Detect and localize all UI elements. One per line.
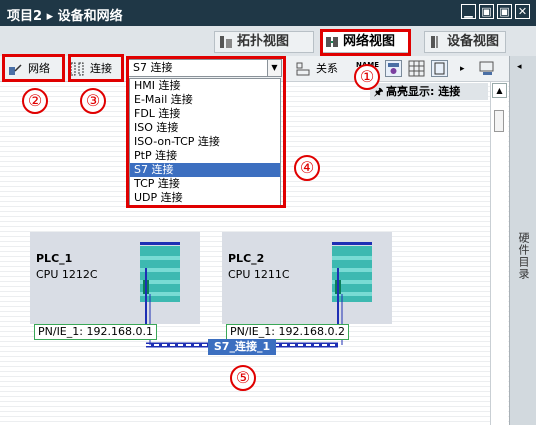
layout-icon[interactable] xyxy=(431,60,448,77)
overview-icon[interactable] xyxy=(478,60,495,77)
pn-ie-address[interactable]: PN/IE_1: 192.168.0.2 xyxy=(226,324,349,340)
device-name: PLC_2 xyxy=(228,252,265,265)
tab-topology-view[interactable]: 拓扑视图 xyxy=(214,31,314,53)
device-name: PLC_1 xyxy=(36,252,73,265)
relations-icon xyxy=(296,62,310,76)
collapse-arrow-icon[interactable]: ◂ xyxy=(517,62,522,72)
eye-view-icon[interactable] xyxy=(385,60,402,77)
more-arrow-icon[interactable]: ▸ xyxy=(460,59,468,79)
relations-label: 关系 xyxy=(316,62,338,75)
title-bar: 项目2 ▸ 设备和网络 ▁ ▣ ▣ ✕ xyxy=(0,0,536,26)
ethernet-port[interactable] xyxy=(335,280,341,294)
highlight-label: 高亮显示: 连接 xyxy=(386,85,461,98)
scroll-thumb[interactable] xyxy=(494,110,504,132)
annotation-box-connections xyxy=(68,54,124,82)
annotation-marker: ⑤ xyxy=(230,365,256,391)
side-panel[interactable]: ◂ 硬件目录 xyxy=(509,56,536,425)
breadcrumb: 项目2 ▸ 设备和网络 xyxy=(7,9,123,24)
highlight-bar: 🖈 高亮显示: 连接 xyxy=(370,83,488,100)
minimize-button[interactable]: ▁ xyxy=(461,4,476,19)
close-button[interactable]: ✕ xyxy=(515,4,530,19)
tab-label: 拓扑视图 xyxy=(237,34,290,49)
annotation-marker: ③ xyxy=(80,88,106,114)
scroll-up-icon[interactable]: ▲ xyxy=(492,83,507,98)
view-tabs: 拓扑视图 网络视图 设备视图 xyxy=(0,26,536,56)
annotation-marker: ① xyxy=(354,64,380,90)
device-cpu: CPU 1212C xyxy=(36,268,98,281)
plc-device[interactable]: PLC_1 CPU 1212C xyxy=(30,232,200,324)
connection-label[interactable]: S7_连接_1 xyxy=(208,339,276,355)
side-panel-label: 硬件目录 xyxy=(517,232,530,280)
annotation-box-network xyxy=(2,54,65,82)
tab-device-view[interactable]: 设备视图 xyxy=(424,31,506,53)
topology-icon xyxy=(220,36,232,48)
relations-button[interactable]: 关系 xyxy=(296,59,346,79)
annotation-box-network-view xyxy=(320,29,411,56)
tab-label: 设备视图 xyxy=(447,34,500,49)
ethernet-port[interactable] xyxy=(143,280,149,294)
maximize-button[interactable]: ▣ xyxy=(497,4,512,19)
vertical-scrollbar[interactable]: ▲ xyxy=(490,82,508,425)
module-bar xyxy=(140,242,180,245)
annotation-box-connection-types xyxy=(126,56,286,208)
annotation-marker: ④ xyxy=(294,155,320,181)
module-bar xyxy=(332,242,372,245)
device-view-icon xyxy=(431,36,438,48)
restore-button[interactable]: ▣ xyxy=(479,4,494,19)
grid-icon[interactable] xyxy=(408,60,425,77)
plc-device[interactable]: PLC_2 CPU 1211C xyxy=(222,232,392,324)
device-cpu: CPU 1211C xyxy=(228,268,290,281)
annotation-marker: ② xyxy=(22,88,48,114)
pn-ie-address[interactable]: PN/IE_1: 192.168.0.1 xyxy=(34,324,157,340)
